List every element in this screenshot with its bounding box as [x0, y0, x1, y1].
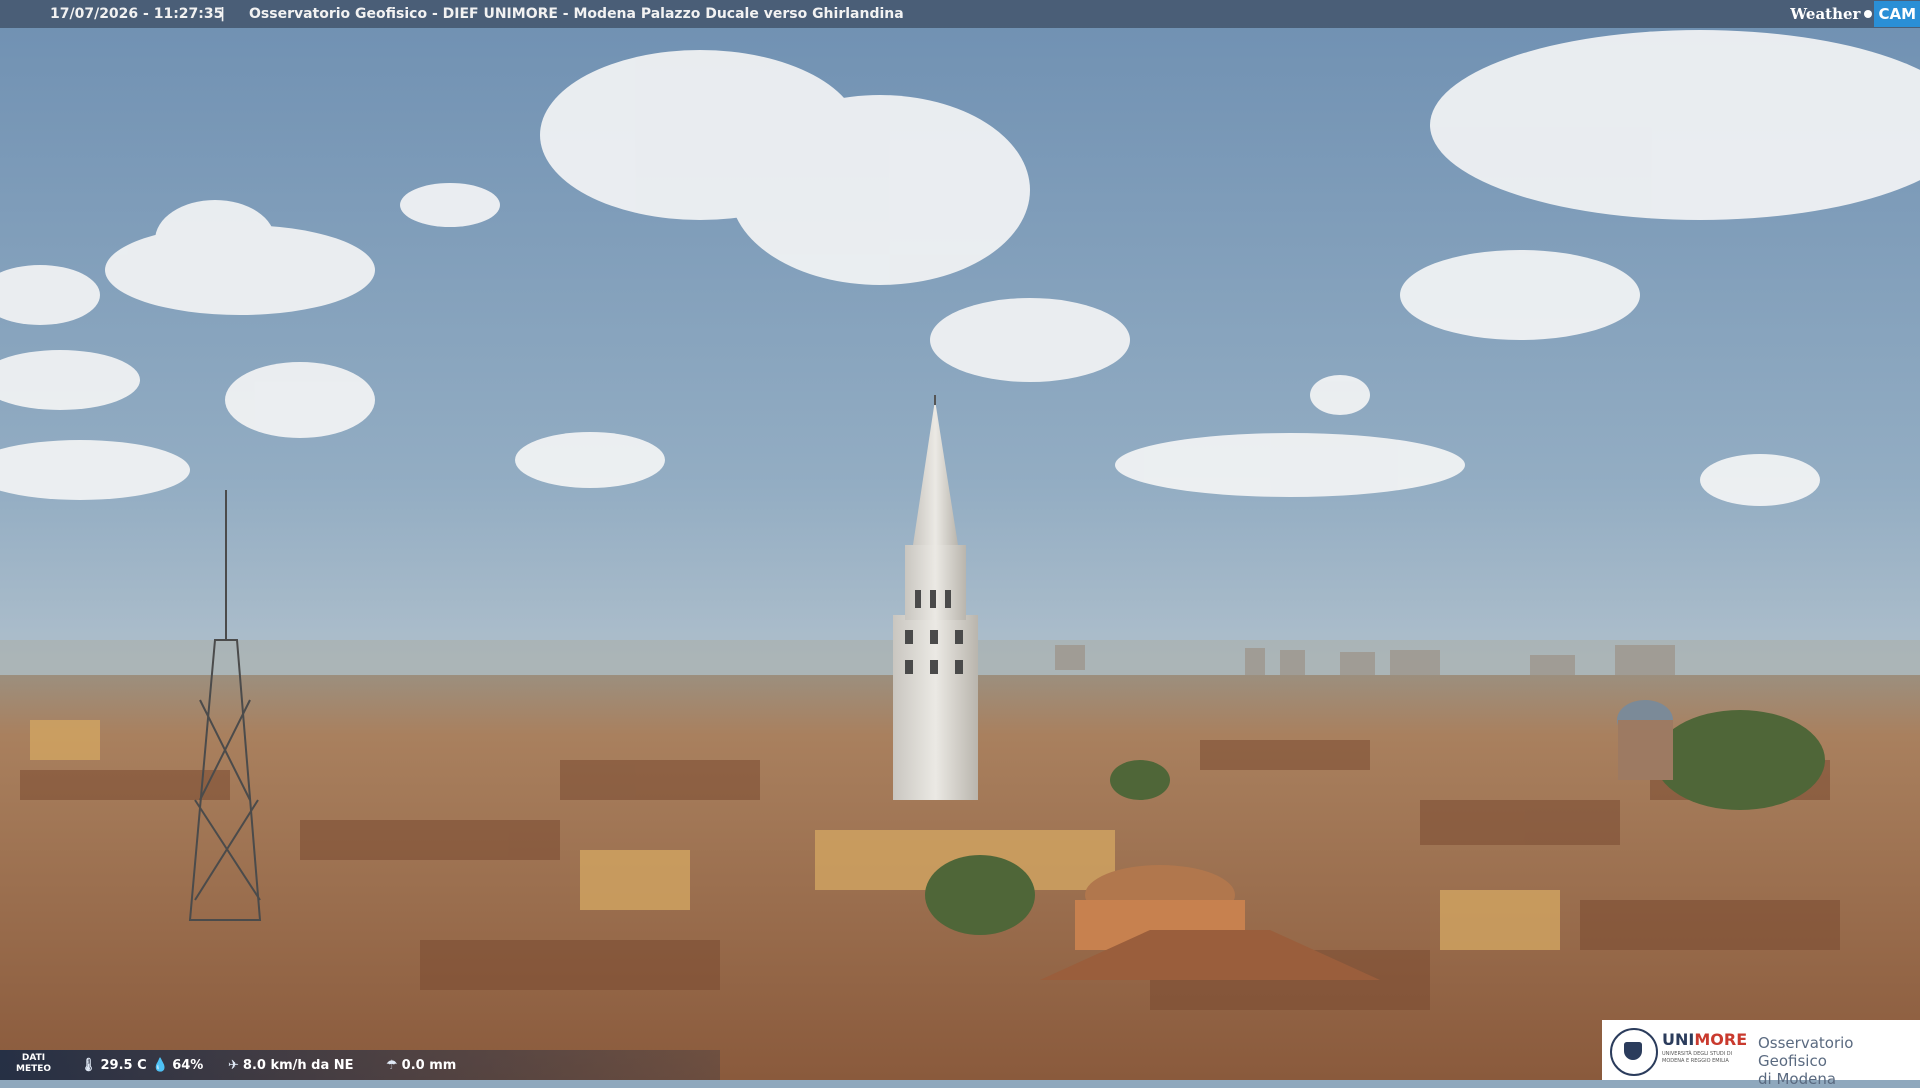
camera-title: Osservatorio Geofisico - DIEF UNIMORE - …	[249, 6, 904, 22]
rain-readout: ☂ 0.0 mm	[386, 1058, 456, 1073]
unimore-seal-icon	[1610, 1028, 1658, 1076]
wind-value: 8.0 km/h da NE	[242, 1058, 354, 1073]
unimore-uni: UNI	[1662, 1030, 1695, 1049]
wind-readout: ✈ 8.0 km/h da NE	[228, 1058, 354, 1073]
info-banner: 17/07/2026 - 11:27:35 | Osservatorio Geo…	[0, 0, 1920, 28]
webcam-image	[0, 0, 1920, 1080]
weather-data-bar: DATI METEO 🌡 29.5 C 💧 64% ✈ 8.0 km/h da …	[0, 1050, 720, 1080]
weathercam-logo: Weather CAM	[1790, 0, 1920, 28]
meteo-label-line1: DATI	[21, 1053, 46, 1063]
temperature-readout: 🌡 29.5 C	[80, 1058, 147, 1073]
thermometer-icon: 🌡	[80, 1058, 97, 1073]
temperature-value: 29.5 C	[100, 1058, 147, 1073]
humidity-icon: 💧	[152, 1058, 169, 1073]
rain-value: 0.0 mm	[401, 1058, 457, 1073]
unimore-more: MORE	[1694, 1030, 1748, 1049]
meteo-label: DATI METEO	[16, 1053, 51, 1075]
unimore-wordmark: UNIMORE	[1662, 1030, 1747, 1049]
brand-cam-text: CAM	[1874, 1, 1920, 27]
wind-icon: ✈	[228, 1058, 239, 1073]
rain-icon: ☂	[386, 1058, 398, 1073]
humidity-value: 64%	[172, 1058, 204, 1073]
university-subtitle: UNIVERSITÀ DEGLI STUDI DI MODENA E REGGI…	[1662, 1051, 1733, 1064]
brand-dot-icon	[1864, 10, 1873, 18]
unimore-logo: UNIMORE UNIVERSITÀ DEGLI STUDI DI MODENA…	[1602, 1020, 1920, 1088]
separator: |	[220, 6, 226, 22]
observatory-line2: di Modena	[1758, 1070, 1837, 1088]
brand-weather-text: Weather	[1790, 5, 1861, 23]
timestamp: 17/07/2026 - 11:27:35	[50, 6, 224, 22]
meteo-label-line2: METEO	[16, 1064, 52, 1074]
humidity-readout: 💧 64%	[152, 1058, 203, 1073]
observatory-line1: Osservatorio Geofisico	[1758, 1034, 1854, 1070]
right-dome	[1617, 700, 1673, 780]
